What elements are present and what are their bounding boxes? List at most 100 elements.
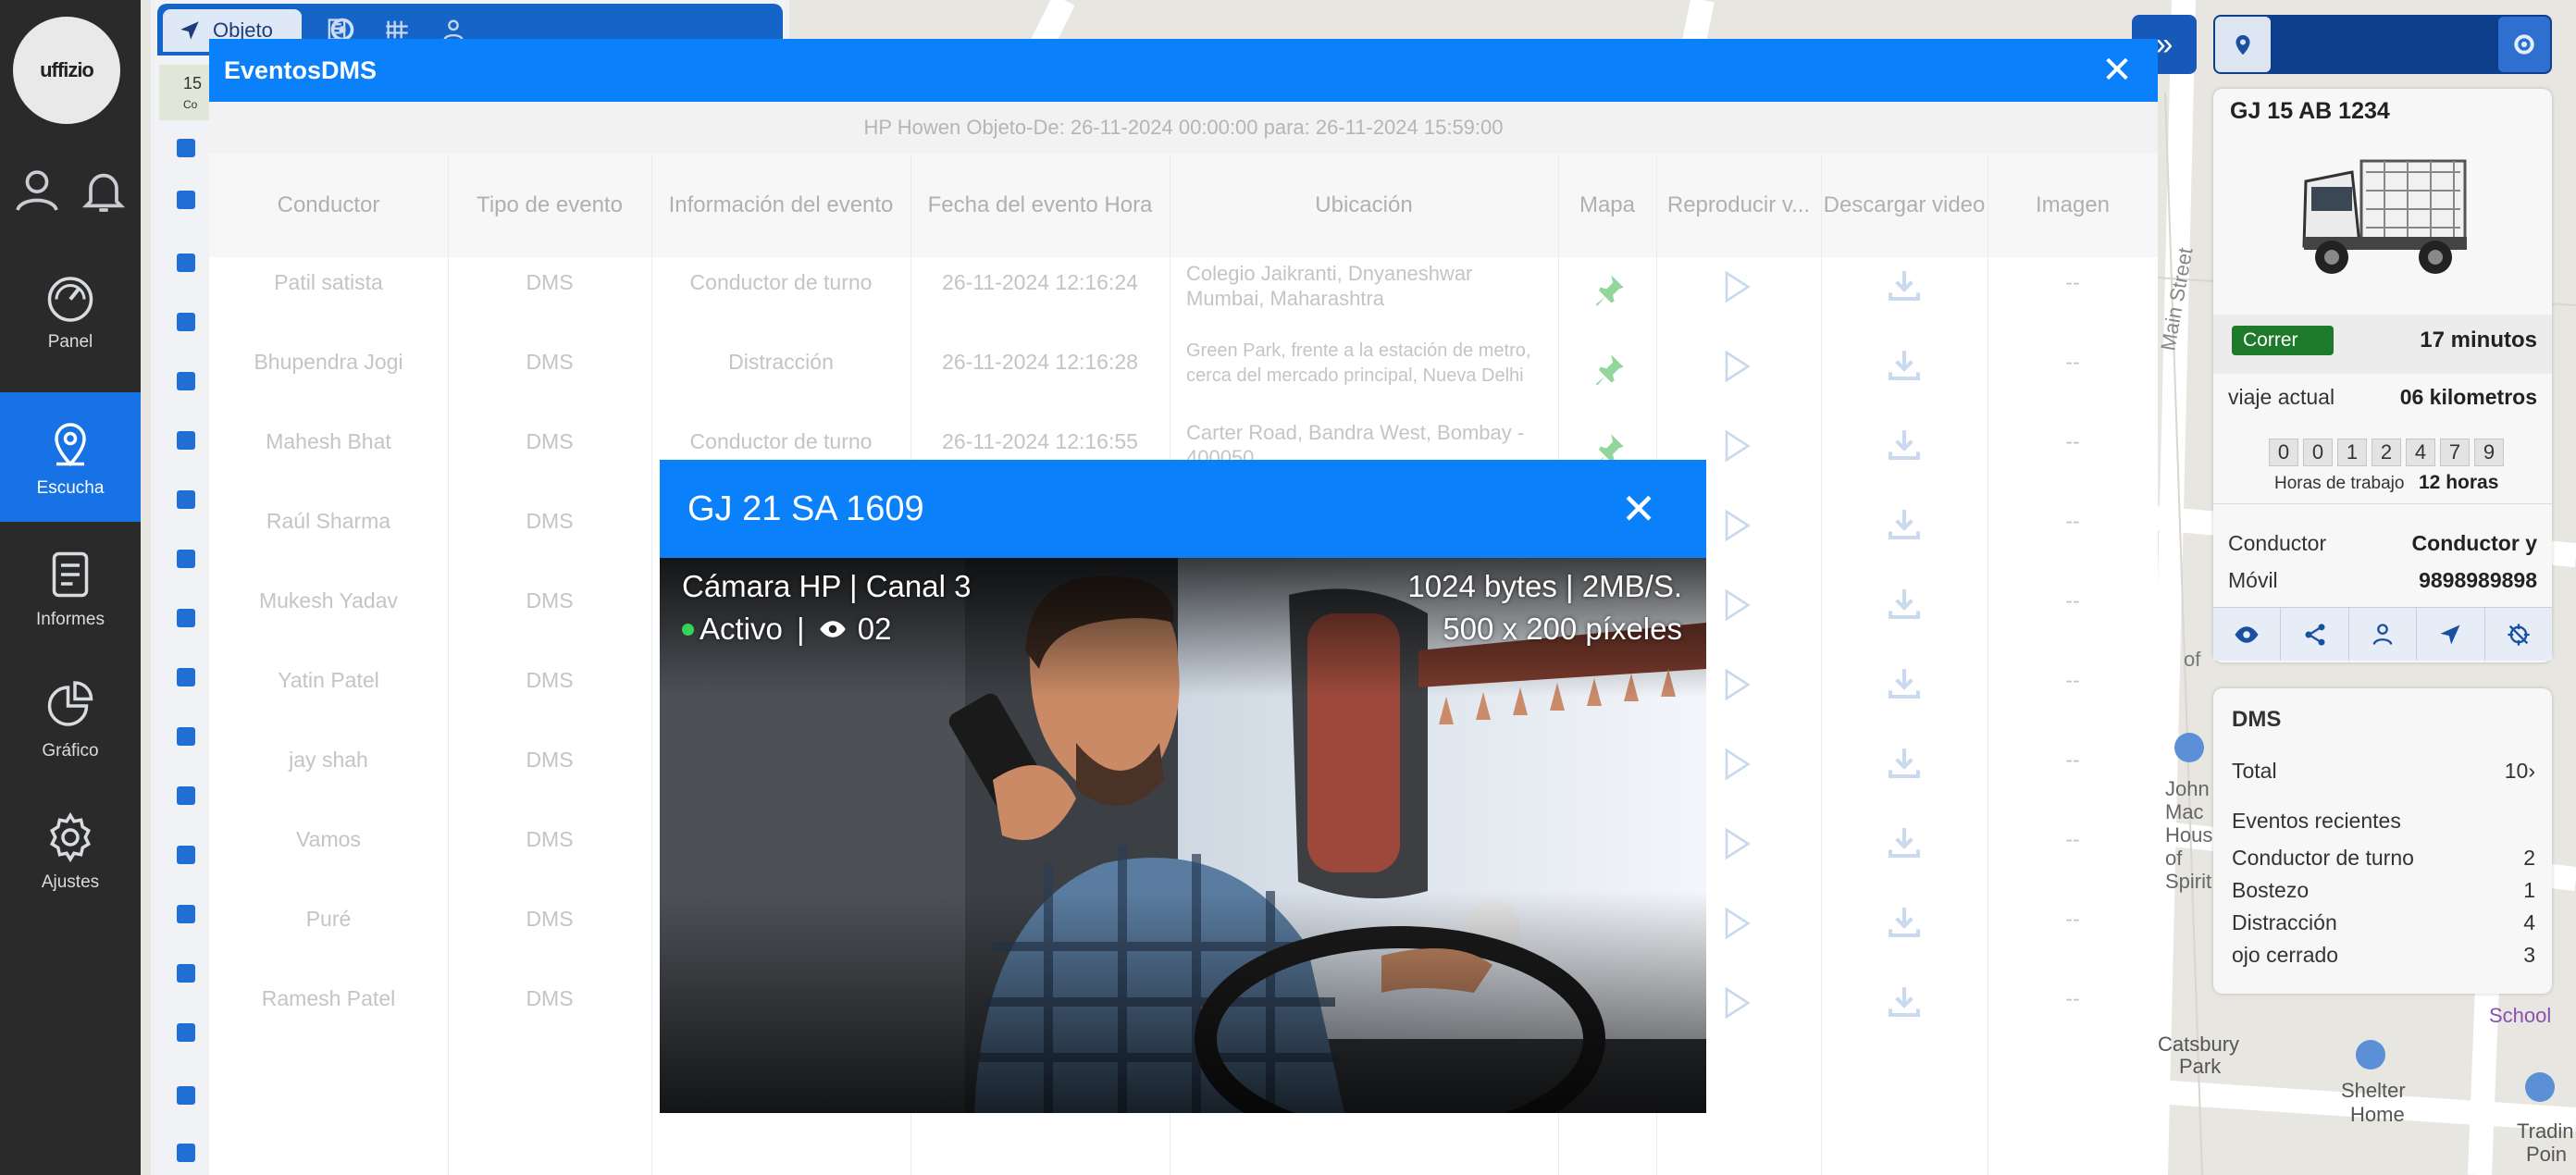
events-table-header: Conductor Tipo de evento Información del e… [209, 154, 2158, 257]
navigate-button[interactable] [2417, 608, 2485, 661]
svg-text:Poin: Poin [2526, 1143, 2567, 1166]
checkbox[interactable] [177, 191, 195, 209]
crosshair-icon [2508, 623, 2530, 646]
driver-icon [2372, 623, 2393, 645]
column-header[interactable]: Fecha del evento Hora [910, 154, 1170, 257]
divider [2213, 503, 2552, 504]
column-header[interactable]: Tipo de evento [448, 154, 651, 257]
table-cell: -- [2065, 429, 2080, 453]
column-header[interactable]: Imagen [1988, 154, 2158, 257]
play-video-icon[interactable] [1717, 507, 1754, 544]
checkbox[interactable] [177, 550, 195, 568]
table-cell: -- [2065, 748, 2080, 772]
sidebar-item-label: Gráfico [42, 741, 99, 761]
download-icon[interactable] [1886, 346, 1923, 383]
table-cell: DMS [526, 350, 574, 374]
checkbox[interactable] [177, 905, 195, 923]
map-pin-icon[interactable] [1590, 352, 1627, 389]
sidebar-item-panel[interactable]: Panel [0, 246, 141, 376]
play-video-icon[interactable] [1717, 905, 1754, 942]
share-button[interactable] [2281, 608, 2349, 661]
sidebar-item-grafico[interactable]: Gráfico [0, 655, 141, 785]
download-icon[interactable] [1886, 983, 1923, 1020]
column-header[interactable]: Ubicación [1170, 154, 1558, 257]
table-cell: DMS [526, 429, 574, 453]
table-cell: Green Park, frente a la estación de metr… [1186, 340, 1531, 386]
play-video-icon[interactable] [1717, 666, 1754, 703]
download-icon[interactable] [1886, 585, 1923, 622]
sidebar-item-label: Escucha [36, 478, 105, 498]
camera-status-text: Activo [700, 612, 783, 646]
checkbox[interactable] [177, 846, 195, 864]
play-video-icon[interactable] [1717, 268, 1754, 305]
dms-event-label: Bostezo [2232, 878, 2310, 902]
checkbox[interactable] [177, 727, 195, 746]
camera-modal-close-button[interactable]: ✕ [1617, 485, 1660, 533]
document-icon [52, 551, 89, 598]
download-icon[interactable] [1886, 744, 1923, 781]
column-header[interactable]: Reproducir v... [1656, 154, 1821, 257]
tracking-button[interactable] [2485, 608, 2552, 661]
app-logo-text: uffizio [40, 58, 94, 81]
events-modal-close-button[interactable]: ✕ [2099, 50, 2136, 91]
table-cell: -- [2065, 350, 2080, 374]
play-video-icon[interactable] [1717, 984, 1754, 1021]
checkbox[interactable] [177, 668, 195, 686]
navigation-arrow-icon [2440, 625, 2460, 644]
table-cell: DMS [526, 668, 574, 692]
download-icon[interactable] [1886, 664, 1923, 701]
checkbox[interactable] [177, 786, 195, 805]
dms-total-link[interactable]: 10› [2505, 759, 2535, 784]
dms-event-count: 4 [2523, 910, 2535, 934]
checkbox[interactable] [177, 431, 195, 450]
table-cell: Mahesh Bhat [266, 429, 391, 453]
table-cell: -- [2065, 986, 2080, 1010]
column-header[interactable]: Información del evento [651, 154, 910, 257]
checkbox[interactable] [177, 372, 195, 390]
sidebar-item-ajustes[interactable]: Ajustes [0, 786, 141, 916]
mobile-label: Móvil [2228, 568, 2278, 592]
sidebar-item-informes[interactable]: Informes [0, 524, 141, 653]
location-button[interactable] [2215, 17, 2271, 72]
driver-button[interactable] [2349, 608, 2418, 661]
checkbox[interactable] [177, 490, 195, 509]
map-pin-icon[interactable] [1590, 272, 1627, 309]
download-icon[interactable] [1886, 266, 1923, 303]
play-video-icon[interactable] [1717, 348, 1754, 385]
checkbox[interactable] [177, 254, 195, 272]
camera-status: Activo | 02 [682, 612, 892, 647]
checkbox[interactable] [177, 1086, 195, 1105]
column-header[interactable]: Conductor [209, 154, 448, 257]
app-logo[interactable]: uffizio [13, 17, 120, 124]
play-video-icon[interactable] [1717, 825, 1754, 862]
dms-event-label: ojo cerrado [2232, 943, 2339, 967]
table-cell: Conductor de turno [689, 270, 873, 294]
sidebar-item-label: Informes [36, 610, 105, 629]
checkbox[interactable] [177, 1023, 195, 1042]
checkbox[interactable] [177, 609, 195, 627]
driver-value: Conductor y [2411, 531, 2537, 555]
play-video-icon[interactable] [1717, 746, 1754, 783]
download-icon[interactable] [1886, 426, 1923, 463]
checkbox[interactable] [177, 313, 195, 331]
download-icon[interactable] [1886, 823, 1923, 860]
eye-icon [2235, 625, 2259, 643]
play-video-icon[interactable] [1717, 427, 1754, 464]
play-video-icon[interactable] [1717, 587, 1754, 624]
download-icon[interactable] [1886, 903, 1923, 940]
checkbox[interactable] [177, 964, 195, 983]
view-button[interactable] [2213, 608, 2282, 661]
settings-button[interactable] [2498, 17, 2550, 72]
column-header[interactable]: Mapa [1558, 154, 1656, 257]
table-cell: DMS [526, 270, 574, 294]
mobile-value: 9898989898 [2419, 568, 2537, 592]
sidebar-item-escucha[interactable]: Escucha [0, 392, 141, 522]
download-icon[interactable] [1886, 505, 1923, 542]
user-icon[interactable] [11, 165, 63, 216]
chevron-right-icon: › [2528, 759, 2535, 783]
checkbox[interactable] [177, 139, 195, 157]
bell-icon[interactable] [78, 165, 130, 216]
checkbox[interactable] [177, 1144, 195, 1162]
vehicle-card: GJ 15 AB 1234 Correr 17 minutos viaje ac… [2213, 89, 2552, 662]
column-header[interactable]: Descargar video [1821, 154, 1988, 257]
